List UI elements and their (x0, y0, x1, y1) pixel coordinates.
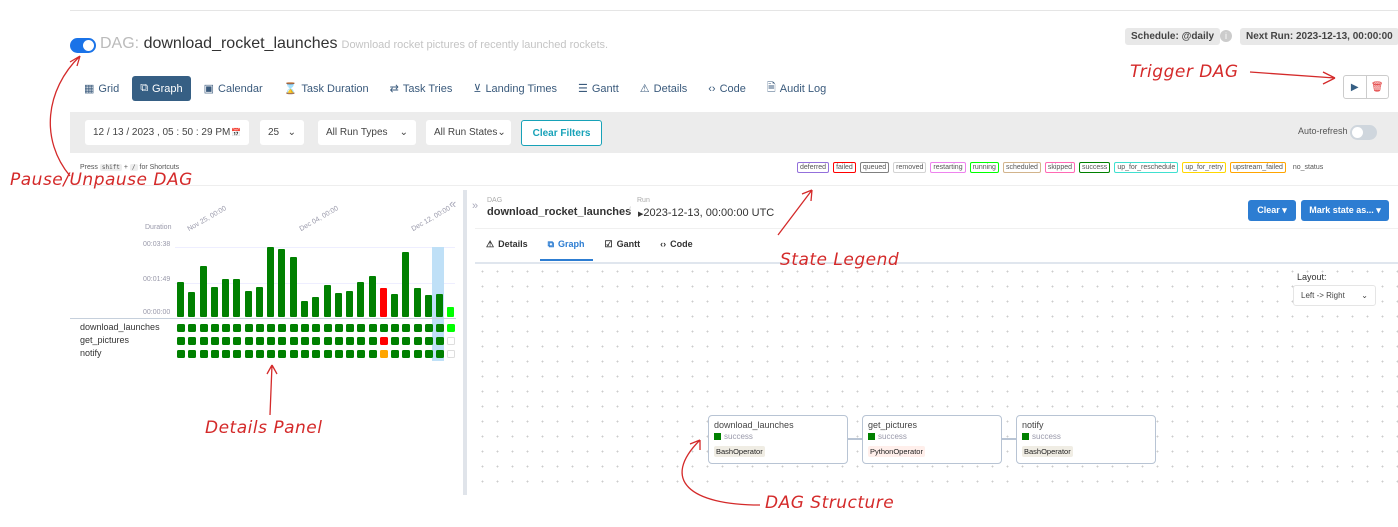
annotation-details: Details Panel (205, 418, 323, 438)
annotation-structure: DAG Structure (765, 493, 895, 513)
arrow-legend (777, 189, 813, 236)
annotation-pause: Pause/Unpause DAG (10, 170, 193, 190)
arrow-pause (49, 55, 81, 177)
arrow-trigger (1249, 71, 1336, 85)
arrow-structure (681, 439, 761, 506)
annotation-legend: State Legend (780, 250, 900, 270)
arrow-details (266, 364, 278, 416)
annotation-trigger: Trigger DAG (1130, 62, 1239, 82)
